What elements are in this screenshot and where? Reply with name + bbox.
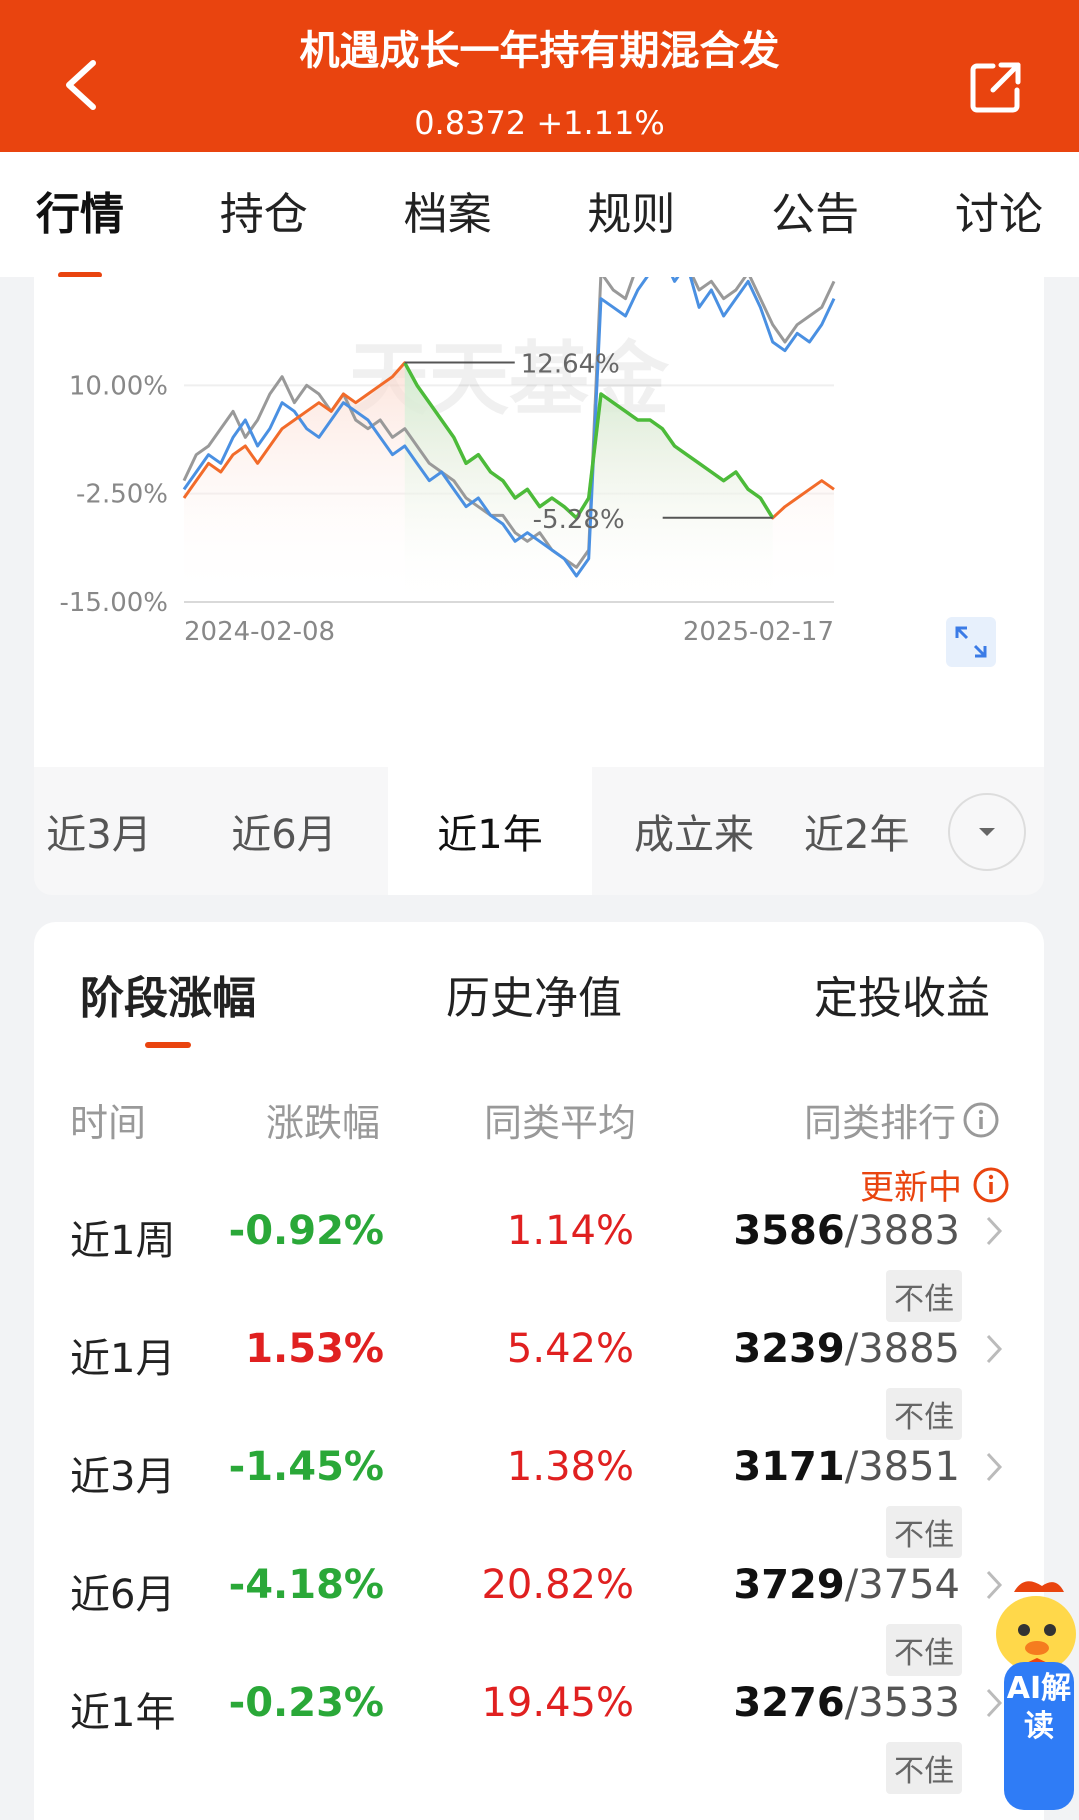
row-rank: 3586/3883 [733,1208,960,1254]
row-period: 近1年 [70,1690,176,1736]
app-header: 机遇成长一年持有期混合发 0.8372 +1.11% [0,0,1079,152]
tab-stage-returns[interactable]: 阶段涨幅 [80,962,256,1026]
ai-label: AI解读 [1004,1662,1074,1810]
info-icon[interactable] [972,1166,1010,1204]
returns-tabs: 阶段涨幅 历史净值 定投收益 [34,962,1044,1042]
expand-chart-button[interactable] [946,617,996,667]
performance-chart[interactable]: 10.00%-2.50%-15.00%天天基金12.64%-5.28%2024-… [34,277,1044,767]
main-tabs: 行情 持仓 档案 规则 公告 讨论 [0,152,1079,277]
updating-label: 更新中 [860,1168,962,1208]
tab-sip-returns[interactable]: 定投收益 [814,962,990,1026]
y-tick-label: 10.00% [69,371,168,401]
row-period: 近3月 [70,1454,176,1500]
row-rank: 3239/3885 [733,1326,960,1372]
tab-rules[interactable]: 规则 [587,178,675,252]
ai-assistant-button[interactable]: AI解读 [984,1572,1079,1820]
row-change: -0.23% [228,1680,384,1726]
rank-total: 3851 [858,1444,960,1490]
period-6m[interactable]: 近6月 [184,767,384,895]
tab-profile[interactable]: 档案 [404,178,492,252]
header-change: 涨跌幅 [266,1101,381,1145]
row-avg: 20.82% [481,1562,634,1608]
row-rank: 3171/3851 [733,1444,960,1490]
rank-value: 3239 [733,1326,845,1372]
row-period: 近1月 [70,1336,176,1382]
row-avg: 19.45% [481,1680,634,1726]
period-more-button[interactable] [948,793,1026,871]
max-annotation: 12.64% [521,349,620,379]
rank-value: 3729 [733,1562,845,1608]
table-row[interactable]: 近1年 -0.23% 19.45% 3276/3533 不佳 [34,1680,1044,1798]
rank-value: 3586 [733,1208,845,1254]
rank-value: 3171 [733,1444,845,1490]
row-avg: 1.38% [506,1444,634,1490]
rating-badge: 不佳 [886,1388,962,1440]
x-tick-label: 2025-02-17 [683,617,834,647]
header-rank: 同类排行 [804,1092,1000,1147]
chevron-right-icon [986,1334,1003,1364]
tab-holdings[interactable]: 持仓 [220,178,308,252]
row-avg: 1.14% [506,1208,634,1254]
header-rank-label: 同类排行 [804,1101,957,1145]
chevron-right-icon [986,1452,1003,1482]
caret-down-icon [979,828,995,836]
tab-discussion[interactable]: 讨论 [955,178,1043,252]
period-selector: 近3月 近6月 近1年 成立来 近2年 [34,767,1044,895]
rank-total: 3883 [858,1208,960,1254]
table-row[interactable]: 近3月 -1.45% 1.38% 3171/3851 不佳 [34,1444,1044,1562]
period-3m[interactable]: 近3月 [34,767,164,895]
tab-market[interactable]: 行情 [36,178,124,252]
period-since-inception[interactable]: 成立来 [594,767,794,895]
nav-value: 0.8372 [414,104,527,142]
chart-card: 10.00% -2.50% -15.00% 天天基金 12.64% -5.28% 2024-… [34,277,1044,767]
info-icon[interactable] [962,1101,1000,1139]
period-fade [894,767,954,895]
row-change: -4.18% [228,1562,384,1608]
table-row[interactable]: 近1周 -0.92% 1.14% 3586/3883 不佳 [34,1208,1044,1326]
min-annotation: -5.28% [533,505,625,535]
y-tick-label: -15.00% [59,588,168,618]
rank-total: 3533 [858,1680,960,1726]
rating-badge: 不佳 [886,1624,962,1676]
period-1y[interactable]: 近1年 [388,767,592,895]
row-change: -0.92% [228,1208,384,1254]
row-rank: 3276/3533 [733,1680,960,1726]
returns-card: 阶段涨幅 历史净值 定投收益 时间 涨跌幅 同类平均 同类排行 更新中 近1周 … [34,922,1044,1820]
y-tick-label: -2.50% [76,480,168,510]
rank-value: 3276 [733,1680,845,1726]
rank-total: 3754 [858,1562,960,1608]
row-period: 近1周 [70,1218,176,1264]
tab-announcements[interactable]: 公告 [771,178,859,252]
chevron-right-icon [986,1216,1003,1246]
x-tick-label: 2024-02-08 [184,617,335,647]
rating-badge: 不佳 [886,1506,962,1558]
row-period: 近6月 [70,1572,176,1618]
share-button[interactable] [961,52,1031,122]
header-avg: 同类平均 [484,1101,637,1145]
nav-change: +1.11% [536,104,665,142]
table-row[interactable]: 近1月 1.53% 5.42% 3239/3885 不佳 [34,1326,1044,1444]
header-period: 时间 [70,1101,147,1145]
updating-indicator: 更新中 [860,1160,1010,1209]
rating-badge: 不佳 [886,1742,962,1794]
fund-title: 机遇成长一年持有期混合发 [299,28,780,74]
row-change: 1.53% [245,1326,384,1372]
tab-history-nav[interactable]: 历史净值 [446,962,622,1026]
expand-icon [955,626,987,658]
rank-total: 3885 [858,1326,960,1372]
share-icon [970,62,1021,113]
row-change: -1.45% [228,1444,384,1490]
row-avg: 5.42% [506,1326,634,1372]
table-row[interactable]: 近6月 -4.18% 20.82% 3729/3754 不佳 [34,1562,1044,1680]
fund-nav-line: 0.8372 +1.11% [0,104,1079,142]
rating-badge: 不佳 [886,1270,962,1322]
row-rank: 3729/3754 [733,1562,960,1608]
